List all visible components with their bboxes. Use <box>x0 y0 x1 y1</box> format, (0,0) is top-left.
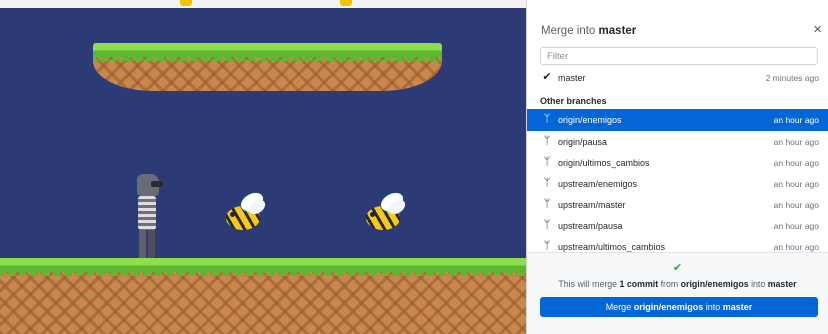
button-prefix: Merge <box>605 302 632 312</box>
branch-item-current[interactable]: ✔ master 2 minutes ago <box>527 67 828 89</box>
branch-time: an hour ago <box>773 137 819 147</box>
branch-item[interactable]: ᛘ upstream/enemigos an hour ago <box>527 173 828 195</box>
bee-enemy <box>362 189 408 234</box>
branch-icon: ᛘ <box>543 113 551 125</box>
checkmark-icon: ✔ <box>542 71 552 83</box>
platform-grass-edge <box>93 55 442 61</box>
branch-icon: ᛘ <box>543 198 551 210</box>
merge-summary: This will merge 1 commit from origin/ene… <box>527 279 828 289</box>
robot-visor <box>151 181 163 187</box>
branch-name: origin/enemigos <box>558 115 622 125</box>
branch-time: an hour ago <box>773 179 819 189</box>
robot-leg <box>148 230 155 258</box>
platform-dirt <box>93 57 442 91</box>
branch-icon: ᛘ <box>543 240 551 252</box>
branch-time: an hour ago <box>773 158 819 168</box>
summary-prefix: This will merge <box>558 279 618 289</box>
popover-title: Merge into master <box>541 25 636 37</box>
merge-footer: ✔ This will merge 1 commit from origin/e… <box>527 253 828 334</box>
branch-name: upstream/ultimos_cambios <box>558 242 666 252</box>
ground-grass-edge <box>0 270 527 276</box>
summary-target: master <box>767 279 797 289</box>
ground <box>0 258 527 334</box>
game-viewport <box>0 0 527 334</box>
branch-item[interactable]: ᛘ upstream/pausa an hour ago <box>527 215 828 237</box>
branch-name: origin/ultimos_cambios <box>558 158 650 168</box>
bee-enemy <box>222 189 268 234</box>
button-into: into <box>705 302 721 312</box>
bee-eye <box>230 212 235 217</box>
branch-time: an hour ago <box>773 242 819 252</box>
branch-item[interactable]: ᛘ origin/pausa an hour ago <box>527 131 828 153</box>
summary-source: origin/enemigos <box>680 279 749 289</box>
top-marker-left <box>180 0 192 6</box>
branch-name: upstream/pausa <box>558 221 623 231</box>
button-target: master <box>722 302 753 312</box>
title-target-branch: master <box>598 25 637 37</box>
summary-into: into <box>751 279 766 289</box>
summary-from: from <box>660 279 679 289</box>
title-prefix: Merge into <box>541 25 596 37</box>
bee-eye <box>370 212 375 217</box>
robot-body <box>138 196 156 230</box>
close-icon[interactable]: × <box>813 22 822 37</box>
branch-item[interactable]: ᛘ origin/ultimos_cambios an hour ago <box>527 152 828 174</box>
branch-time: an hour ago <box>773 200 819 210</box>
branch-item[interactable]: ᛘ upstream/ultimos_cambios an hour ago <box>527 236 828 252</box>
branch-icon: ᛘ <box>543 156 551 168</box>
branch-time: an hour ago <box>773 115 819 125</box>
section-other-branches: Other branches <box>540 96 607 106</box>
floating-platform <box>93 43 442 91</box>
branch-filter-input[interactable] <box>540 47 818 65</box>
branch-name: upstream/enemigos <box>558 179 638 189</box>
robot-leg <box>139 230 146 258</box>
branch-name: origin/pausa <box>558 137 608 147</box>
branch-item[interactable]: ᛘ origin/enemigos an hour ago <box>527 109 828 131</box>
ground-dirt <box>0 272 527 334</box>
branch-icon: ᛘ <box>543 177 551 189</box>
summary-count: 1 commit <box>619 279 659 289</box>
branch-name: upstream/master <box>558 200 626 210</box>
robot-character <box>132 174 163 260</box>
popover-header: Merge into master × <box>527 0 828 40</box>
merge-branch-popover: Merge into master × ✔ master 2 minutes a… <box>527 0 828 334</box>
branch-icon: ᛘ <box>543 135 551 147</box>
branch-item[interactable]: ᛘ upstream/master an hour ago <box>527 194 828 216</box>
branch-icon: ᛘ <box>543 219 551 231</box>
branch-time: an hour ago <box>773 221 819 231</box>
top-marker-right <box>340 0 352 6</box>
robot-head <box>137 174 163 196</box>
top-strip <box>0 0 527 8</box>
check-icon: ✔ <box>672 262 683 274</box>
button-source: origin/enemigos <box>633 302 704 312</box>
branch-name: master <box>558 73 586 83</box>
branch-time: 2 minutes ago <box>765 73 819 83</box>
merge-button[interactable]: Merge origin/enemigos into master <box>540 297 818 317</box>
